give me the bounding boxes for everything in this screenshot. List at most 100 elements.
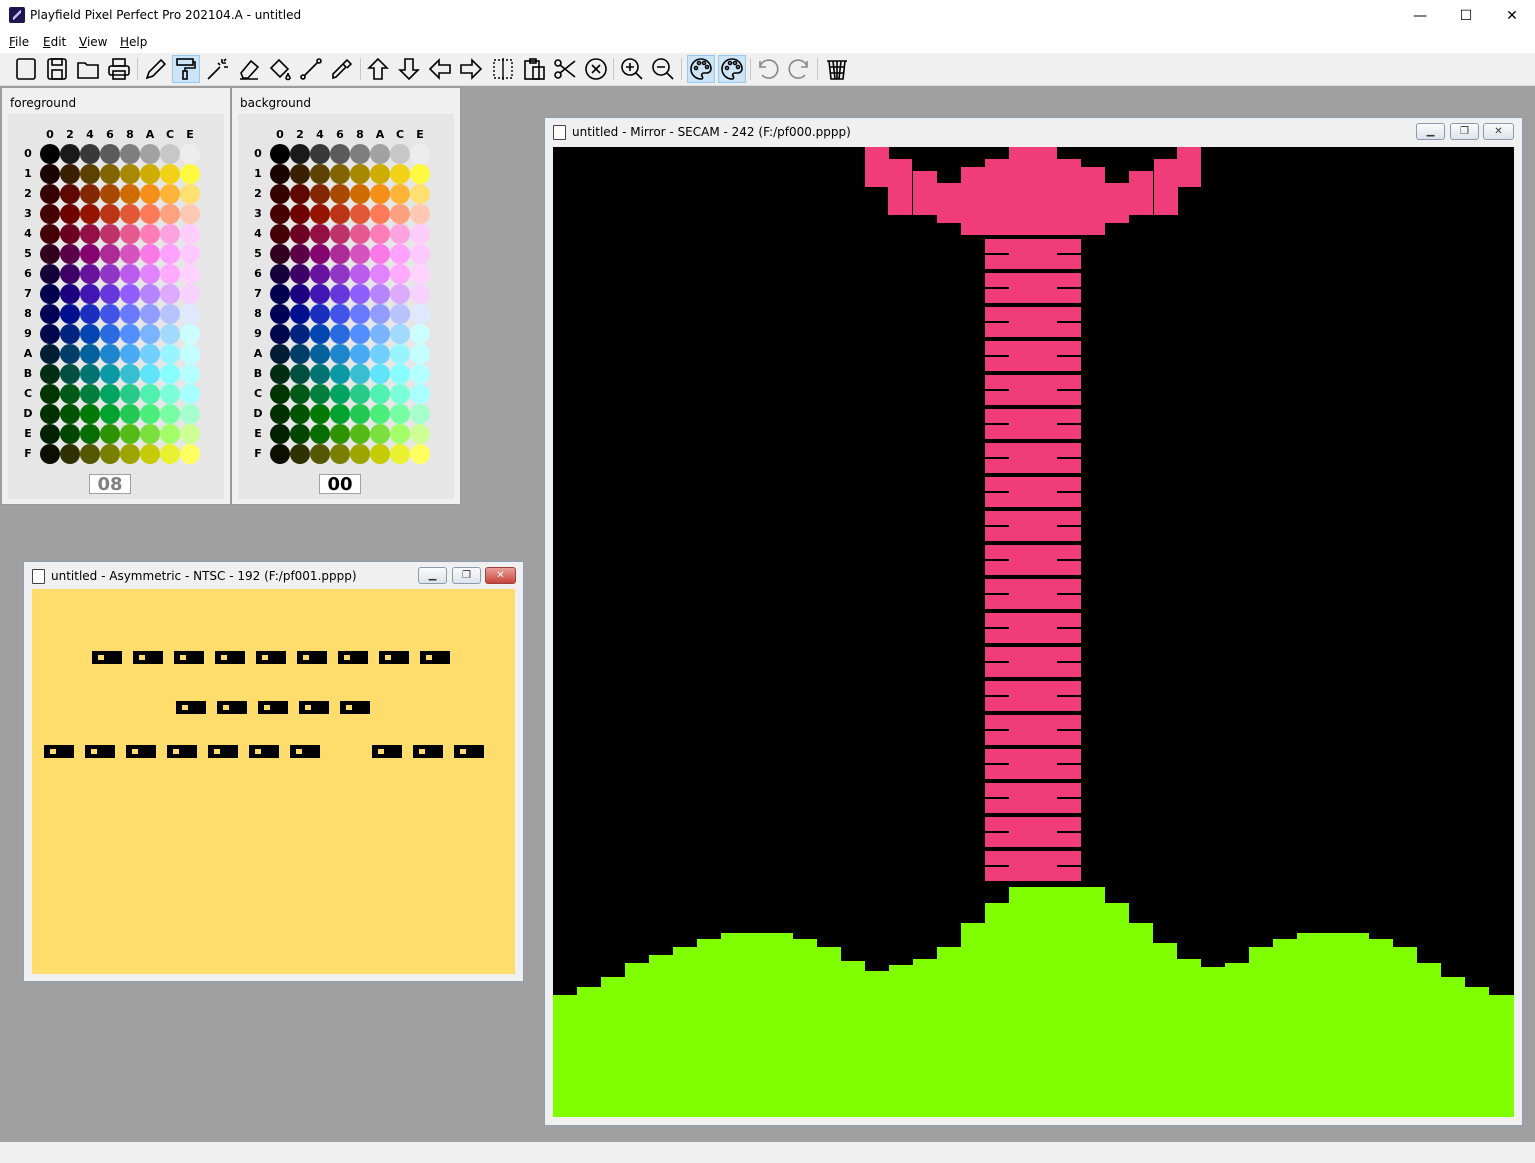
- palette-swatch[interactable]: [290, 304, 310, 324]
- palette-swatch[interactable]: [370, 444, 390, 464]
- palette-swatch[interactable]: [330, 244, 350, 264]
- paste-button[interactable]: [520, 55, 548, 83]
- palette-swatch[interactable]: [370, 184, 390, 204]
- palette-swatch[interactable]: [410, 364, 430, 384]
- palette-swatch[interactable]: [40, 184, 60, 204]
- palette-swatch[interactable]: [310, 324, 330, 344]
- palette-swatch[interactable]: [100, 284, 120, 304]
- palette-swatch[interactable]: [390, 184, 410, 204]
- palette-swatch[interactable]: [120, 324, 140, 344]
- pf000-restore-button[interactable]: ❐: [1450, 123, 1479, 140]
- save-button[interactable]: [43, 55, 71, 83]
- print-button[interactable]: [105, 55, 133, 83]
- palette-swatch[interactable]: [140, 224, 160, 244]
- palette-swatch[interactable]: [310, 404, 330, 424]
- palette-swatch[interactable]: [140, 144, 160, 164]
- palette-swatch[interactable]: [140, 324, 160, 344]
- palette-swatch[interactable]: [370, 224, 390, 244]
- palette-swatch[interactable]: [40, 284, 60, 304]
- palette-swatch[interactable]: [180, 284, 200, 304]
- palette-swatch[interactable]: [270, 224, 290, 244]
- palette-swatch[interactable]: [290, 324, 310, 344]
- palette-swatch[interactable]: [270, 144, 290, 164]
- palette-swatch[interactable]: [180, 424, 200, 444]
- palette-swatch[interactable]: [410, 404, 430, 424]
- palette-swatch[interactable]: [270, 264, 290, 284]
- palette-swatch[interactable]: [180, 204, 200, 224]
- palette-swatch[interactable]: [410, 344, 430, 364]
- palette-swatch[interactable]: [310, 424, 330, 444]
- palette-swatch[interactable]: [390, 144, 410, 164]
- palette-swatch[interactable]: [60, 244, 80, 264]
- palette-swatch[interactable]: [160, 224, 180, 244]
- background-palette-button[interactable]: [718, 55, 746, 83]
- palette-swatch[interactable]: [310, 244, 330, 264]
- palette-swatch[interactable]: [290, 444, 310, 464]
- palette-swatch[interactable]: [310, 164, 330, 184]
- palette-swatch[interactable]: [370, 304, 390, 324]
- palette-swatch[interactable]: [330, 264, 350, 284]
- palette-swatch[interactable]: [40, 224, 60, 244]
- palette-swatch[interactable]: [310, 384, 330, 404]
- palette-swatch[interactable]: [140, 384, 160, 404]
- palette-swatch[interactable]: [330, 324, 350, 344]
- palette-swatch[interactable]: [120, 224, 140, 244]
- palette-swatch[interactable]: [40, 404, 60, 424]
- palette-swatch[interactable]: [410, 424, 430, 444]
- palette-swatch[interactable]: [370, 404, 390, 424]
- palette-swatch[interactable]: [160, 304, 180, 324]
- palette-swatch[interactable]: [180, 324, 200, 344]
- palette-swatch[interactable]: [60, 204, 80, 224]
- palette-swatch[interactable]: [330, 184, 350, 204]
- palette-swatch[interactable]: [390, 384, 410, 404]
- palette-swatch[interactable]: [80, 424, 100, 444]
- pf001-close-button[interactable]: ✕: [485, 567, 516, 584]
- palette-swatch[interactable]: [410, 184, 430, 204]
- palette-swatch[interactable]: [290, 224, 310, 244]
- palette-swatch[interactable]: [370, 384, 390, 404]
- palette-swatch[interactable]: [350, 384, 370, 404]
- palette-swatch[interactable]: [180, 184, 200, 204]
- palette-swatch[interactable]: [80, 444, 100, 464]
- palette-swatch[interactable]: [60, 304, 80, 324]
- palette-swatch[interactable]: [40, 264, 60, 284]
- palette-swatch[interactable]: [310, 264, 330, 284]
- palette-swatch[interactable]: [330, 164, 350, 184]
- palette-swatch[interactable]: [180, 264, 200, 284]
- palette-swatch[interactable]: [390, 204, 410, 224]
- palette-swatch[interactable]: [180, 364, 200, 384]
- palette-swatch[interactable]: [60, 384, 80, 404]
- palette-swatch[interactable]: [60, 284, 80, 304]
- palette-swatch[interactable]: [330, 444, 350, 464]
- palette-swatch[interactable]: [100, 264, 120, 284]
- pf001-playfield-canvas[interactable]: [32, 589, 515, 974]
- palette-swatch[interactable]: [140, 364, 160, 384]
- shift-down-button[interactable]: [395, 55, 423, 83]
- fill-bucket-button[interactable]: [266, 55, 294, 83]
- palette-swatch[interactable]: [160, 144, 180, 164]
- palette-swatch[interactable]: [100, 224, 120, 244]
- palette-swatch[interactable]: [120, 424, 140, 444]
- palette-swatch[interactable]: [390, 364, 410, 384]
- eraser-button[interactable]: [235, 55, 263, 83]
- palette-swatch[interactable]: [330, 384, 350, 404]
- palette-swatch[interactable]: [350, 324, 370, 344]
- palette-swatch[interactable]: [330, 204, 350, 224]
- palette-swatch[interactable]: [60, 224, 80, 244]
- palette-swatch[interactable]: [180, 144, 200, 164]
- palette-swatch[interactable]: [160, 184, 180, 204]
- palette-swatch[interactable]: [80, 384, 100, 404]
- palette-swatch[interactable]: [80, 364, 100, 384]
- palette-swatch[interactable]: [80, 144, 100, 164]
- palette-swatch[interactable]: [270, 164, 290, 184]
- palette-swatch[interactable]: [410, 244, 430, 264]
- palette-swatch[interactable]: [290, 144, 310, 164]
- palette-swatch[interactable]: [40, 324, 60, 344]
- palette-swatch[interactable]: [290, 384, 310, 404]
- palette-swatch[interactable]: [120, 404, 140, 424]
- palette-swatch[interactable]: [100, 364, 120, 384]
- menu-help[interactable]: Help: [120, 35, 147, 49]
- maximize-button[interactable]: ☐: [1443, 0, 1489, 31]
- pencil-button[interactable]: [142, 55, 170, 83]
- palette-swatch[interactable]: [270, 204, 290, 224]
